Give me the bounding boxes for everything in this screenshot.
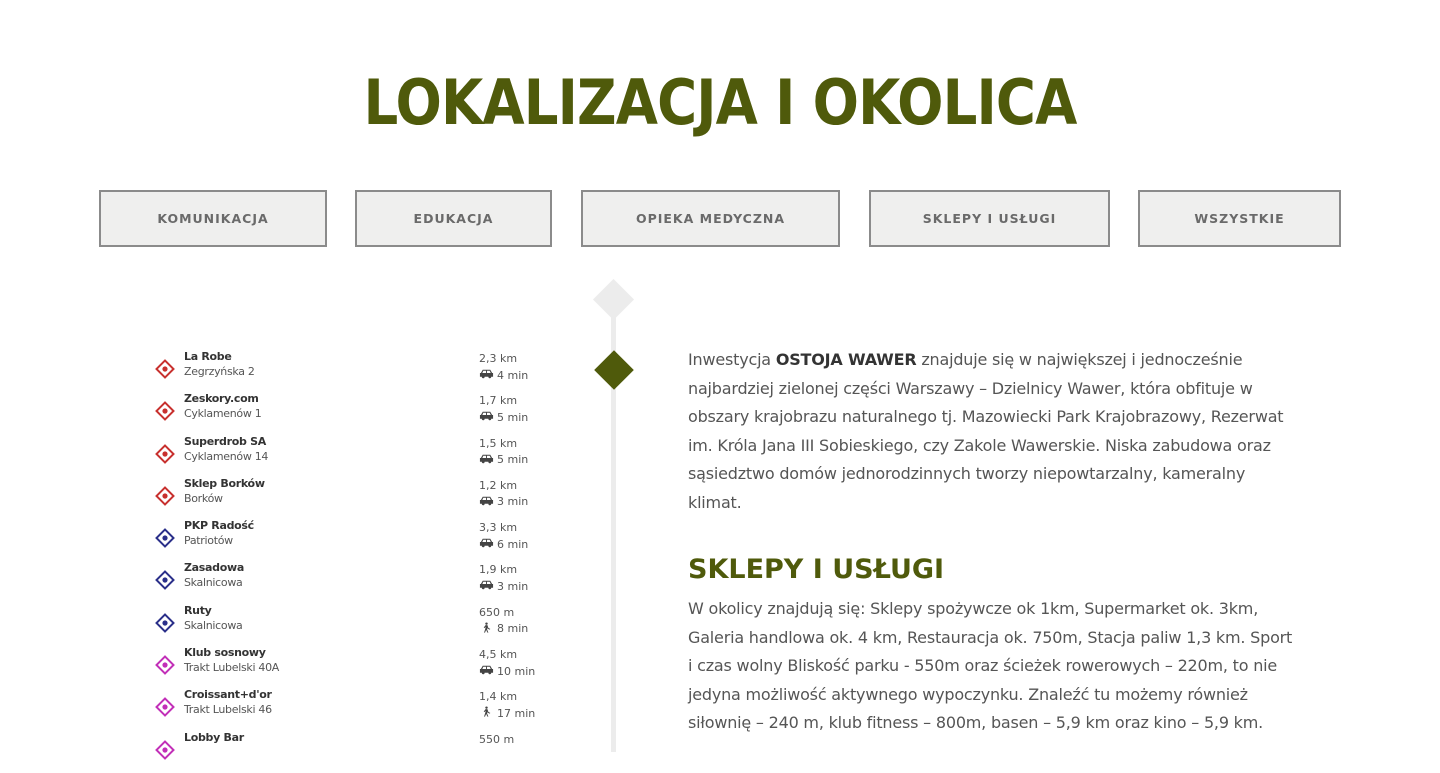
- car-icon: [479, 410, 494, 424]
- car-icon: [479, 537, 494, 551]
- leisure-marker-icon: [155, 739, 175, 760]
- shop-marker-icon: [155, 443, 175, 464]
- place-distance: 650 m: [479, 605, 515, 619]
- place-distance: 2,3 km: [479, 352, 518, 365]
- transport-marker-icon: [155, 570, 175, 591]
- intro-paragraph: Inwestycja OSTOJA WAWER znajduje się w n…: [688, 350, 1284, 512]
- transport-marker-icon: [155, 528, 175, 549]
- car-icon: [479, 495, 494, 509]
- filter-sklepy-uslugi-button[interactable]: SKLEPY I USŁUGI: [869, 190, 1110, 247]
- shop-marker-icon: [155, 485, 175, 506]
- place-name: Zeskory.com: [184, 392, 259, 406]
- car-icon: [479, 579, 494, 593]
- list-item[interactable]: Klub sosnowy Trakt Lubelski 40A 4,5 km 10 m…: [155, 646, 575, 688]
- car-icon: [479, 664, 494, 678]
- place-time: 3 min: [479, 495, 528, 509]
- filter-opieka-medyczna-button[interactable]: OPIEKA MEDYCZNA: [581, 190, 840, 247]
- place-address: Cyklamenów 14: [184, 449, 269, 463]
- shop-marker-icon: [155, 401, 175, 422]
- places-list: La Robe Zegrzyńska 2 2,3 km 4 min Zeskory.co…: [155, 350, 575, 773]
- list-item[interactable]: Superdrob SA Cyklamenów 14 1,5 km 5 min: [155, 435, 575, 477]
- filter-edukacja-button[interactable]: EDUKACJA: [355, 190, 552, 247]
- place-name: La Robe: [184, 350, 232, 363]
- place-distance: 1,7 km: [479, 394, 518, 408]
- car-icon: [479, 368, 494, 382]
- place-distance: 1,4 km: [479, 690, 518, 704]
- place-name: PKP Radość: [184, 519, 254, 533]
- leisure-marker-icon: [155, 655, 175, 675]
- place-time: 3 min: [479, 579, 528, 593]
- list-item[interactable]: Croissant+d'or Trakt Lubelski 46 1,4 km 17 …: [155, 688, 575, 730]
- leisure-marker-icon: [155, 697, 175, 718]
- timeline-marker-active: [594, 350, 634, 390]
- list-item[interactable]: PKP Radość Patriotów 3,3 km 6 min: [155, 519, 575, 561]
- place-time: 5 min: [479, 410, 528, 424]
- place-time: 6 min: [479, 537, 528, 551]
- place-distance: 1,9 km: [479, 563, 518, 577]
- place-name: Superdrob SA: [184, 434, 266, 448]
- place-time: 4 min: [479, 368, 528, 382]
- section-title: SKLEPY I USŁUGI: [688, 554, 945, 585]
- place-distance: 550 m: [479, 732, 515, 746]
- place-address: Skalnicowa: [184, 576, 243, 590]
- place-address: Trakt Lubelski 46: [184, 703, 272, 717]
- place-name: Ruty: [184, 603, 212, 617]
- place-time: 5 min: [479, 453, 528, 467]
- place-distance: 3,3 km: [479, 521, 518, 535]
- place-address: Patriotów: [184, 534, 233, 548]
- place-time: 8 min: [479, 622, 528, 636]
- shop-marker-icon: [155, 359, 175, 379]
- filter-wszystkie-button[interactable]: WSZYSTKIE: [1138, 190, 1341, 247]
- page-title: LOKALIZACJA I OKOLICA: [363, 66, 1078, 139]
- place-name: Zasadowa: [184, 561, 244, 575]
- place-time: 17 min: [479, 706, 535, 720]
- list-item[interactable]: Zeskory.com Cyklamenów 1 1,7 km 5 min: [155, 392, 575, 434]
- place-address: Borków: [184, 491, 223, 505]
- place-address: Trakt Lubelski 40A: [184, 661, 280, 675]
- place-name: Croissant+d'or: [184, 688, 272, 702]
- place-distance: 1,5 km: [479, 436, 518, 450]
- place-address: Skalnicowa: [184, 618, 243, 632]
- walk-icon: [479, 706, 494, 720]
- place-address: Cyklamenów 1: [184, 407, 262, 421]
- timeline-marker-inactive: [592, 278, 635, 321]
- place-address: Zegrzyńska 2: [184, 365, 255, 378]
- list-item[interactable]: Zasadowa Skalnicowa 1,9 km 3 min: [155, 561, 575, 603]
- place-name: Sklep Borków: [184, 476, 265, 490]
- list-item[interactable]: La Robe Zegrzyńska 2 2,3 km 4 min: [155, 350, 575, 392]
- walk-icon: [479, 622, 494, 636]
- section-text: W okolicy znajdują się: Sklepy spożywcze…: [688, 599, 1293, 732]
- transport-marker-icon: [155, 612, 175, 633]
- place-distance: 1,2 km: [479, 478, 518, 492]
- filter-komunikacja-button[interactable]: KOMUNIKACJA: [99, 190, 327, 247]
- investment-name: OSTOJA WAWER: [775, 350, 917, 369]
- car-icon: [479, 453, 494, 467]
- list-item[interactable]: Ruty Skalnicowa 650 m 8 min: [155, 604, 575, 646]
- place-distance: 4,5 km: [479, 648, 518, 662]
- place-name: Klub sosnowy: [184, 646, 266, 660]
- place-time: 10 min: [479, 664, 535, 678]
- list-item[interactable]: Lobby Bar 550 m: [155, 731, 575, 773]
- list-item[interactable]: Sklep Borków Borków 1,2 km 3 min: [155, 477, 575, 519]
